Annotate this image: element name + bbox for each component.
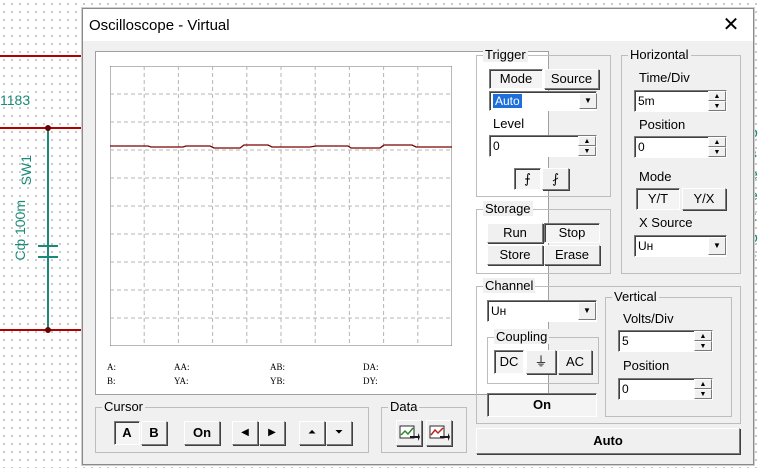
vertical-position-up-icon[interactable]: ▲ <box>694 379 712 389</box>
readout-ya: YA: <box>174 376 189 386</box>
chart-export-icon <box>429 425 450 441</box>
mode-yx-button[interactable]: Y/X <box>682 188 726 210</box>
readout-yb: YB: <box>270 376 286 386</box>
wire-top <box>0 55 82 57</box>
cursor-down-button[interactable]: ⏷ <box>326 421 352 445</box>
trigger-title: Trigger <box>483 47 528 62</box>
cursor-up-button[interactable]: ⏶ <box>299 421 325 445</box>
cursor-title: Cursor <box>102 399 146 414</box>
window-title: Oscilloscope - Virtual <box>89 17 230 34</box>
oscilloscope-window: Oscilloscope - Virtual ✕ A: AA: AB: DA: … <box>82 8 754 465</box>
cursor-b-button[interactable]: B <box>141 421 167 445</box>
store-button[interactable]: Store <box>487 245 543 265</box>
auto-button[interactable]: Auto <box>476 428 740 454</box>
vertical-position-down-icon[interactable]: ▼ <box>694 389 712 399</box>
vertical-position-label: Position <box>623 358 670 373</box>
voltsdiv-down-icon[interactable]: ▼ <box>694 341 712 351</box>
trigger-falling-edge-button[interactable]: ⨏ <box>542 168 569 190</box>
trigger-level-up-icon[interactable]: ▲ <box>578 136 596 146</box>
coupling-ground-button[interactable]: ⏚ <box>526 350 556 374</box>
storage-group: Storage Run Stop Store Erase <box>476 201 611 274</box>
coupling-dc-button[interactable]: DC <box>494 350 524 374</box>
data-export-button[interactable] <box>426 420 452 446</box>
channel-title: Channel <box>483 278 536 293</box>
horizontal-position-label: Position <box>639 117 686 132</box>
horizontal-position-spinner[interactable]: ▲ ▼ <box>708 137 726 157</box>
channel-dropdown-arrow[interactable]: ▼ <box>578 302 596 320</box>
wire-vertical <box>47 127 49 330</box>
tab-mode[interactable]: Mode <box>489 69 543 89</box>
horizontal-group: Horizontal Time/Div 5m ▲ ▼ Position 0 ▲ … <box>621 47 741 274</box>
readout-da: DA: <box>363 362 379 372</box>
junction-bottom <box>45 327 51 333</box>
timediv-label: Time/Div <box>639 70 690 85</box>
readout-b: B: <box>107 376 116 386</box>
xsource-label: X Source <box>639 215 693 230</box>
horizontal-position-up-icon[interactable]: ▲ <box>708 137 726 147</box>
coupling-ac-button[interactable]: AC <box>558 350 592 374</box>
xsource-dropdown-arrow[interactable]: ▼ <box>708 237 726 255</box>
timediv-down-icon[interactable]: ▼ <box>708 101 726 111</box>
coupling-group: Coupling DC ⏚ AC <box>487 329 599 384</box>
coupling-title: Coupling <box>494 329 550 344</box>
cursor-group: Cursor A B On ◀ ▶ ⏶ ⏷ <box>95 399 369 453</box>
trigger-group: Trigger Mode Source Auto ▼ Level 0 ▲ ▼ ⨍… <box>476 47 611 197</box>
readout-ab: AB: <box>270 362 286 372</box>
timediv-spinner[interactable]: ▲ ▼ <box>708 91 726 111</box>
vertical-group: Vertical Volts/Div 5 ▲ ▼ Position 0 ▲ ▼ <box>605 289 732 417</box>
chart-save-icon <box>399 425 420 441</box>
horizontal-position-down-icon[interactable]: ▼ <box>708 147 726 157</box>
title-bar[interactable]: Oscilloscope - Virtual ✕ <box>83 9 753 41</box>
capacitor-plate-bottom <box>38 256 58 258</box>
wire-mid <box>0 127 82 129</box>
data-save-button[interactable] <box>396 420 422 446</box>
readout-dy: DY: <box>363 376 378 386</box>
horizontal-title: Horizontal <box>628 47 691 62</box>
channel-group: Channel Uн ▼ Coupling DC ⏚ AC On Vertica… <box>476 278 741 424</box>
cursor-a-button[interactable]: A <box>114 421 140 445</box>
junction-top <box>45 125 51 131</box>
cursor-left-button[interactable]: ◀ <box>232 421 258 445</box>
trigger-rising-edge-button[interactable]: ⨍ <box>514 168 541 190</box>
vertical-position-spinner[interactable]: ▲ ▼ <box>694 379 712 399</box>
trigger-mode-dropdown-arrow[interactable]: ▼ <box>579 93 597 109</box>
run-button[interactable]: Run <box>487 223 543 243</box>
trigger-level-label: Level <box>493 116 525 131</box>
component-id-label: 1183 <box>0 92 31 108</box>
cursor-right-button[interactable]: ▶ <box>259 421 285 445</box>
wire-bottom <box>0 329 82 331</box>
scope-grid <box>110 66 452 346</box>
voltsdiv-spinner[interactable]: ▲ ▼ <box>694 331 712 351</box>
data-group: Data <box>381 399 467 453</box>
vertical-title: Vertical <box>612 289 659 304</box>
readout-a: A: <box>107 362 116 372</box>
trigger-mode-value: Auto <box>493 94 522 108</box>
horizontal-mode-label: Mode <box>639 169 672 184</box>
close-button[interactable]: ✕ <box>709 9 753 41</box>
switch-label: SW1 <box>18 155 34 186</box>
voltsdiv-up-icon[interactable]: ▲ <box>694 331 712 341</box>
erase-button[interactable]: Erase <box>544 245 600 265</box>
cursor-on-button[interactable]: On <box>184 421 220 445</box>
stop-button[interactable]: Stop <box>544 223 600 243</box>
trigger-level-down-icon[interactable]: ▼ <box>578 146 596 156</box>
trigger-level-spinner[interactable]: ▲ ▼ <box>578 136 596 156</box>
readout-aa: AA: <box>174 362 190 372</box>
tab-source[interactable]: Source <box>544 69 599 89</box>
capacitor-label: Сф 100m <box>12 200 28 261</box>
storage-title: Storage <box>483 201 533 216</box>
data-title: Data <box>388 399 420 414</box>
voltsdiv-label: Volts/Div <box>623 311 674 326</box>
timediv-up-icon[interactable]: ▲ <box>708 91 726 101</box>
channel-on-button[interactable]: On <box>487 393 597 417</box>
mode-yt-button[interactable]: Y/T <box>636 188 680 210</box>
capacitor-plate-top <box>38 245 58 247</box>
